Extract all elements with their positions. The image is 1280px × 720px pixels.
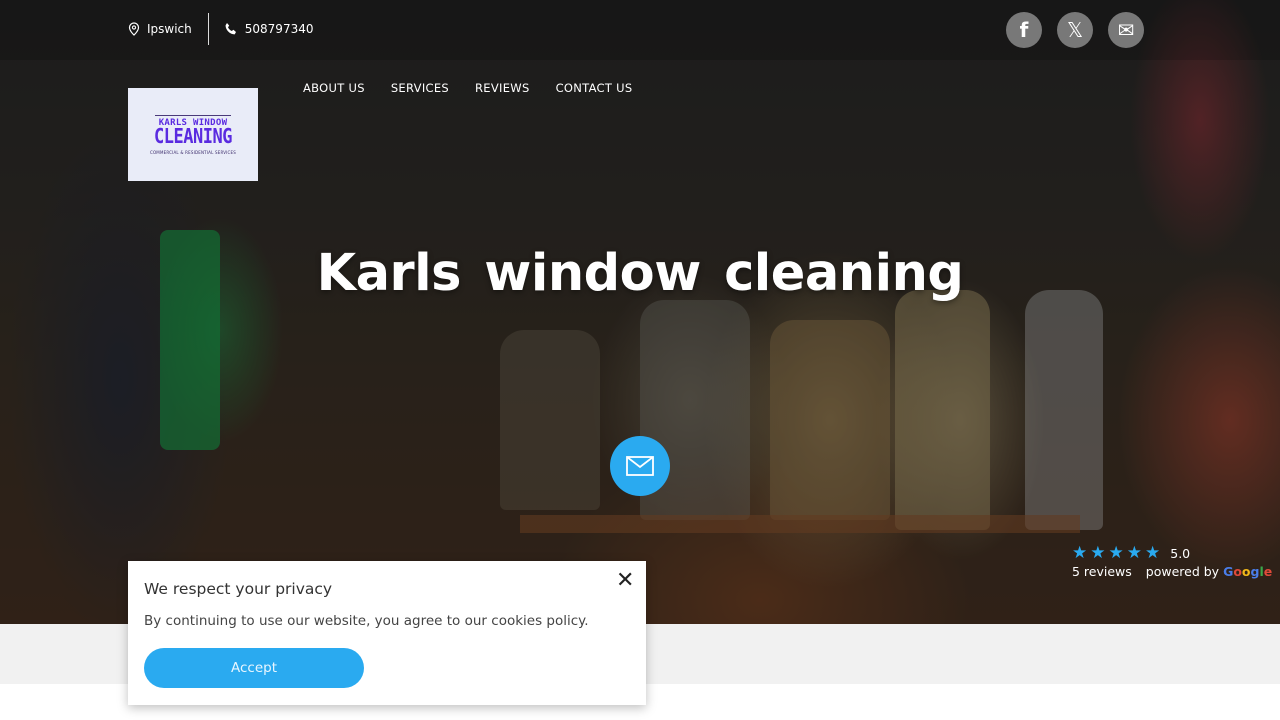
mail-icon (626, 456, 654, 476)
mail-icon: ✉ (1117, 18, 1135, 42)
star-rating: ★ ★ ★ ★ ★ (1072, 542, 1161, 563)
rating-score: 5.0 (1170, 545, 1191, 561)
nav-reviews[interactable]: REVIEWS (475, 81, 530, 95)
star-icon: ★ (1108, 542, 1124, 563)
star-icon: ★ (1072, 542, 1088, 563)
facebook-link[interactable]: f (1006, 12, 1042, 48)
close-icon[interactable]: ✕ (616, 570, 634, 592)
contact-mail-button[interactable] (610, 436, 670, 496)
nav-contact-us[interactable]: CONTACT US (556, 81, 633, 95)
cookie-consent-dialog: We respect your privacy ✕ By continuing … (128, 561, 646, 705)
phone[interactable]: 508797340 (224, 22, 314, 36)
star-icon: ★ (1145, 542, 1161, 563)
location: Ipswich (128, 22, 192, 36)
star-icon: ★ (1090, 542, 1106, 563)
social-links: f 𝕏 ✉ (1006, 12, 1144, 48)
powered-by: powered by Google (1146, 564, 1272, 579)
site-logo[interactable]: KARLS WINDOW CLEANING COMMERCIAL & RESID… (128, 88, 258, 181)
google-logo: Google (1223, 564, 1273, 579)
x-link[interactable]: 𝕏 (1057, 12, 1093, 48)
cookie-title: We respect your privacy (144, 580, 333, 598)
cookie-message: By continuing to use our website, you ag… (144, 613, 589, 629)
google-rating-widget[interactable]: ★ ★ ★ ★ ★ 5.0 5 reviews powered by Googl… (1072, 544, 1272, 579)
nav-about-us[interactable]: ABOUT US (303, 81, 365, 95)
accept-button[interactable]: Accept (144, 648, 364, 688)
phone-number[interactable]: 508797340 (245, 22, 314, 36)
x-twitter-icon: 𝕏 (1066, 18, 1084, 42)
powered-by-text: powered by (1145, 564, 1220, 579)
star-icon: ★ (1126, 542, 1142, 563)
facebook-icon: f (1019, 18, 1029, 42)
review-count[interactable]: 5 reviews (1072, 564, 1132, 579)
phone-icon (225, 23, 236, 35)
logo-tagline: COMMERCIAL & RESIDENTIAL SERVICES (149, 149, 237, 155)
divider (207, 13, 209, 45)
hero-title: Karls window cleaning (316, 244, 964, 303)
email-link[interactable]: ✉ (1108, 12, 1144, 48)
nav-services[interactable]: SERVICES (391, 81, 449, 95)
main-nav: ABOUT US SERVICES REVIEWS CONTACT US (303, 81, 633, 95)
location-text: Ipswich (147, 22, 192, 36)
map-pin-icon (128, 22, 140, 36)
top-contact-bar: Ipswich 508797340 (128, 13, 313, 45)
logo-line-2: CLEANING (154, 124, 232, 149)
